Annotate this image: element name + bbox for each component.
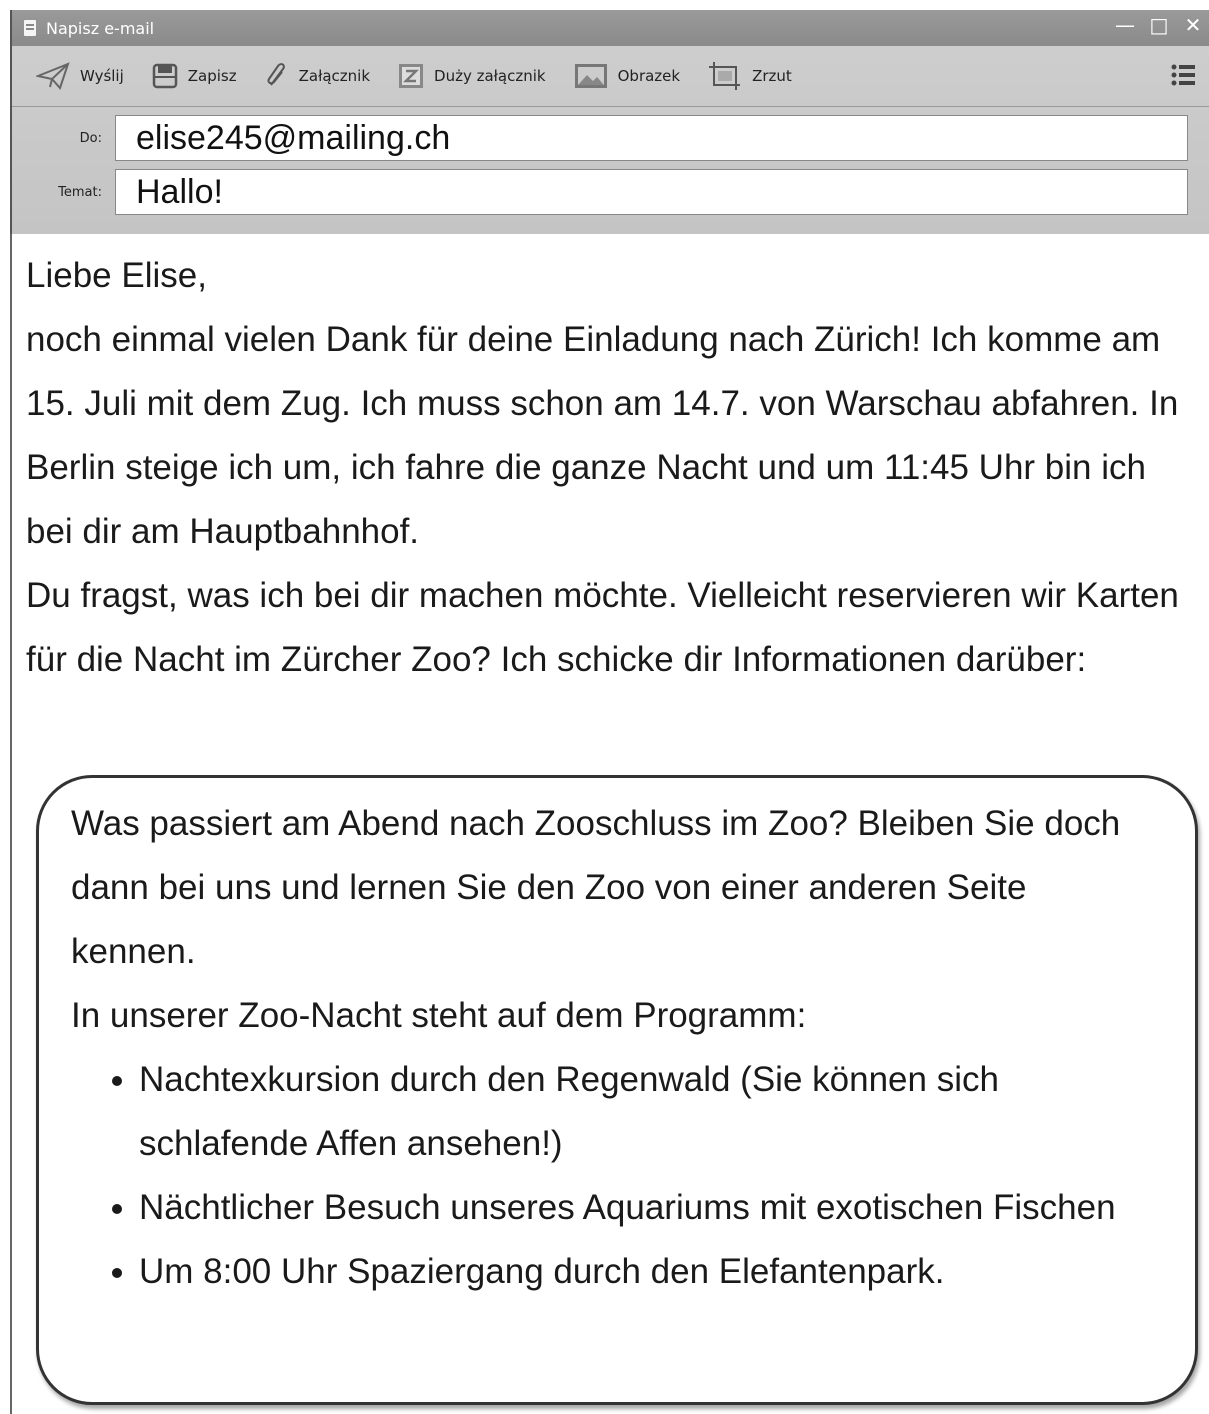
message-paragraph-2: Du fragst, was ich bei dir machen möchte… [26, 576, 1179, 679]
save-button[interactable]: Zapisz [152, 63, 237, 89]
send-button[interactable]: Wyślij [36, 61, 124, 91]
save-icon [152, 63, 178, 89]
zoo-info-content: Was passiert am Abend nach Zooschluss im… [71, 792, 1151, 1304]
paperclip-icon [265, 61, 289, 91]
window-controls: — □ ✕ [1115, 13, 1203, 37]
send-label: Wyślij [80, 67, 124, 85]
close-icon[interactable]: ✕ [1183, 13, 1203, 37]
to-label: Do: [79, 130, 102, 146]
program-item: Nachtexkursion durch den Regenwald (Sie … [139, 1048, 1151, 1176]
large-attachment-button[interactable]: Duży załącznik [398, 63, 546, 89]
window-title: Napisz e-mail [46, 18, 155, 38]
document-icon [24, 20, 36, 36]
image-label: Obrazek [617, 67, 681, 85]
save-label: Zapisz [187, 67, 237, 85]
greeting: Liebe Elise, [26, 256, 207, 295]
screenshot-button[interactable]: Zrzut [708, 61, 792, 91]
attachment-button[interactable]: Załącznik [265, 61, 370, 91]
to-field[interactable]: elise245@mailing.ch [115, 115, 1188, 161]
program-item: Nächtlicher Besuch unseres Aquariums mit… [139, 1176, 1151, 1240]
image-button[interactable]: Obrazek [574, 63, 680, 89]
message-paragraph-1: noch einmal vielen Dank für deine Einlad… [26, 320, 1179, 551]
title-bar: Napisz e-mail — □ ✕ [12, 10, 1209, 46]
large-attachment-label: Duży załącznik [434, 67, 546, 85]
to-row: Do: elise245@mailing.ch [12, 111, 1209, 165]
image-icon [574, 63, 608, 89]
minimize-icon[interactable]: — [1115, 13, 1135, 37]
subject-row: Temat: Hallo! [12, 165, 1209, 219]
editor-border [10, 234, 12, 1414]
large-attachment-icon [398, 63, 424, 89]
compose-window: Napisz e-mail — □ ✕ Wyślij Zapisz Załącz… [10, 10, 1209, 234]
header-fields: Do: elise245@mailing.ch Temat: Hallo! [12, 107, 1209, 219]
toolbar: Wyślij Zapisz Załącznik Duży załącznik O… [12, 46, 1209, 107]
attachment-label: Załącznik [298, 67, 371, 85]
zoo-info-box: Was passiert am Abend nach Zooschluss im… [36, 775, 1198, 1405]
maximize-icon[interactable]: □ [1149, 13, 1169, 37]
program-list: Nachtexkursion durch den Regenwald (Sie … [71, 1048, 1151, 1304]
program-heading: In unserer Zoo-Nacht steht auf dem Progr… [71, 996, 807, 1035]
subject-label: Temat: [58, 184, 102, 200]
menu-list-icon[interactable] [1171, 64, 1195, 90]
program-item: Um 8:00 Uhr Spaziergang durch den Elefan… [139, 1240, 1151, 1304]
send-icon [36, 61, 70, 91]
message-body[interactable]: Liebe Elise, noch einmal vielen Dank für… [26, 244, 1196, 692]
screenshot-label: Zrzut [752, 67, 792, 85]
screenshot-icon [708, 61, 742, 91]
info-intro: Was passiert am Abend nach Zooschluss im… [71, 804, 1121, 971]
subject-field[interactable]: Hallo! [115, 169, 1188, 215]
